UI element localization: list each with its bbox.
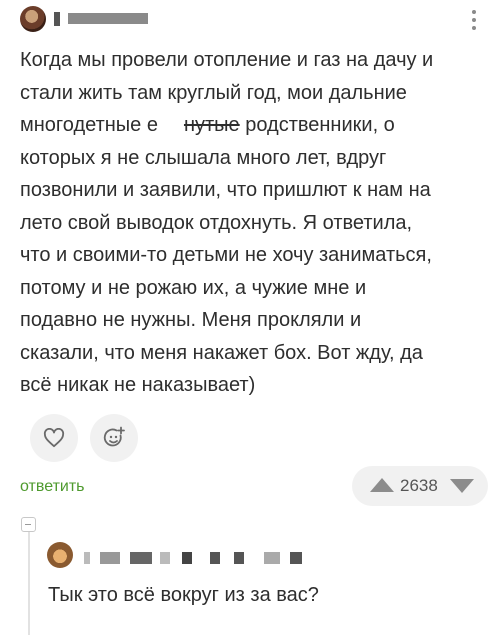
comment-line: что и своими-то детьми не хочу заниматьс…	[20, 244, 432, 266]
redaction-gap	[157, 114, 184, 137]
rating-widget: 2638	[352, 466, 488, 506]
reply-username-redacted[interactable]	[290, 552, 302, 564]
censored-word: нутые	[183, 114, 240, 136]
reply-username-redacted[interactable]	[210, 552, 220, 564]
comment-body: Когда мы провели отопление и газ на дачу…	[20, 44, 488, 402]
thread-line[interactable]	[28, 524, 30, 635]
reply-username-redacted[interactable]	[182, 552, 192, 564]
add-reaction-button[interactable]	[90, 414, 138, 462]
comment-line: которых я не слышала много лет, вдруг	[20, 146, 387, 169]
username-redacted[interactable]	[68, 13, 148, 24]
avatar[interactable]	[20, 6, 46, 32]
triangle-up-icon[interactable]	[370, 478, 394, 492]
comment-header	[20, 4, 490, 34]
comment-line-part: родственники, о	[239, 114, 395, 136]
comment-actions	[20, 414, 490, 462]
reply-username-redacted[interactable]	[234, 552, 244, 564]
triangle-down-icon[interactable]	[450, 479, 474, 493]
collapse-thread-button[interactable]	[21, 517, 36, 532]
reply-body: Тык это всё вокруг из за вас?	[48, 584, 319, 606]
more-options-icon[interactable]	[472, 10, 476, 30]
like-button[interactable]	[30, 414, 78, 462]
comment-line: потому и не рожаю их, а чужие мне и	[20, 276, 367, 299]
reply-username-redacted[interactable]	[100, 552, 120, 564]
comment-line: позвонили и заявили, что пришлют к нам н…	[20, 179, 431, 201]
reply-username-redacted[interactable]	[130, 552, 152, 564]
reply-username-redacted[interactable]	[160, 552, 170, 564]
comment-line: подавно не нужны. Меня прокляли и	[20, 309, 362, 331]
reply-button[interactable]: ответить	[20, 478, 85, 496]
reply-username-redacted[interactable]	[84, 552, 90, 564]
comment-line-part: многодетные е	[20, 114, 158, 136]
heart-outline-icon	[43, 428, 65, 448]
comment-line: многодетные е нутые родственники, о	[20, 109, 488, 142]
comment-line: стали жить там круглый год, мои дальние	[20, 81, 407, 104]
reply-username-redacted[interactable]	[264, 552, 280, 564]
reply-avatar[interactable]	[47, 542, 73, 568]
comment-line: лето свой выводок отдохнуть. Я ответила,	[20, 211, 413, 234]
smiley-plus-icon	[103, 426, 125, 447]
comment-line: Когда мы провели отопление и газ на дачу…	[20, 49, 434, 71]
rating-score: 2638	[400, 476, 438, 495]
comment-line: сказали, что меня накажет бох. Вот жду, …	[20, 341, 423, 364]
username-redacted[interactable]	[54, 12, 60, 26]
comment-line: всё никак не наказывает)	[20, 374, 256, 396]
